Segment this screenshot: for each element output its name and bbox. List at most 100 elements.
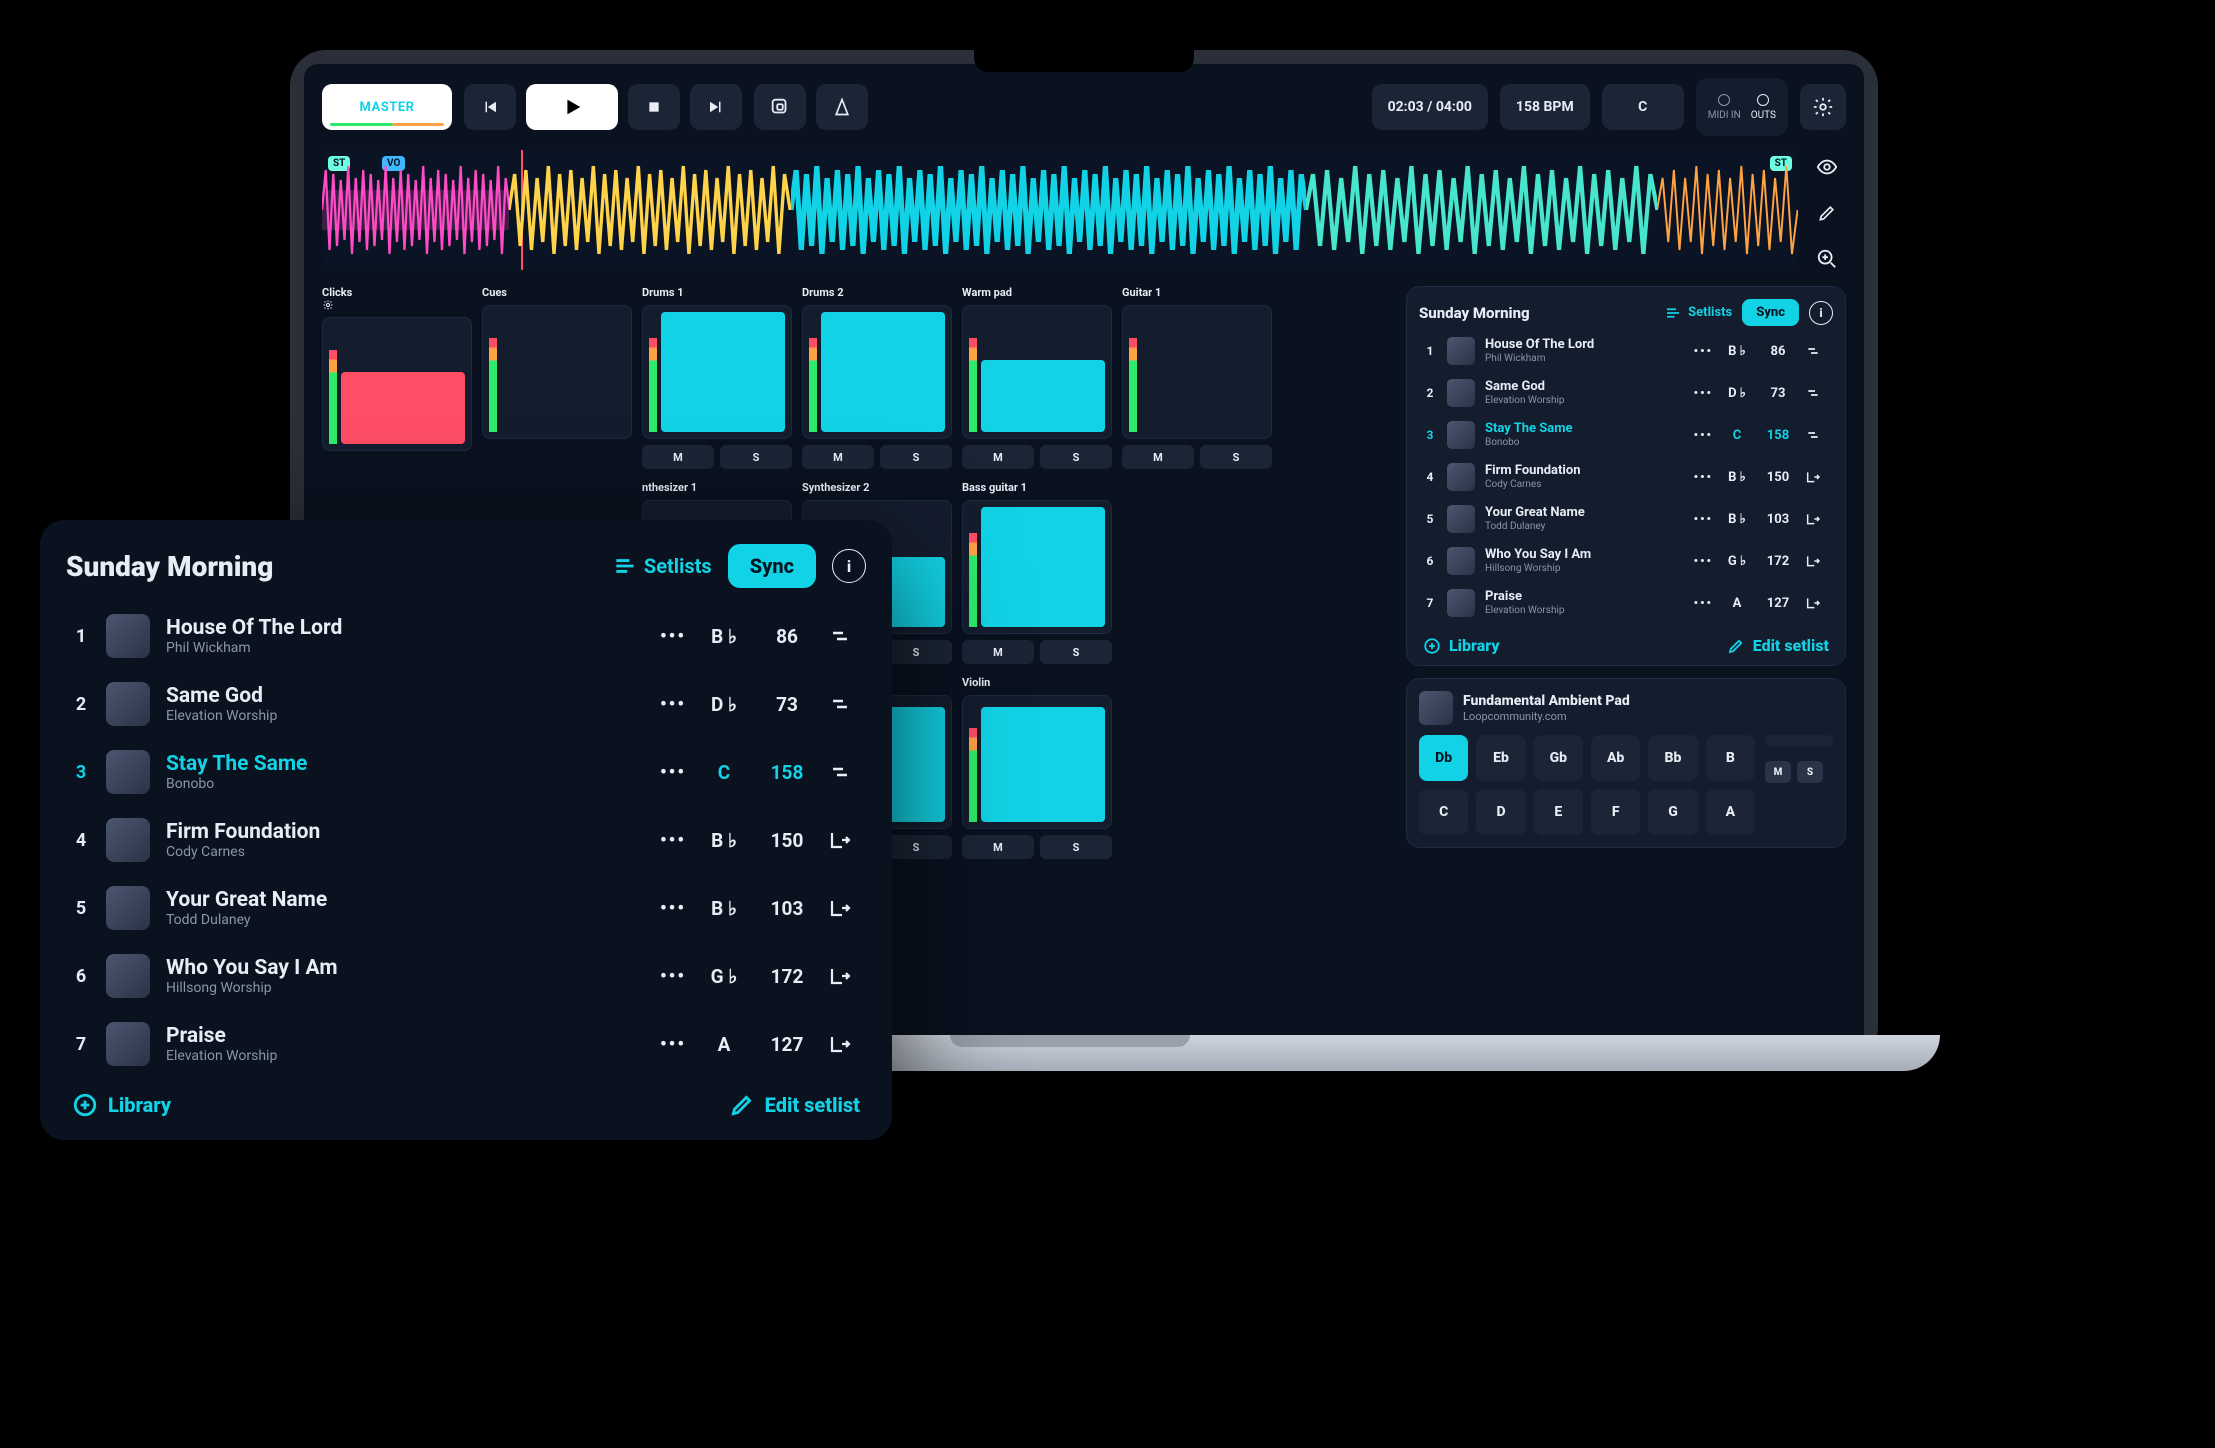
prev-button[interactable] <box>464 84 516 130</box>
track-cell[interactable] <box>962 305 1112 439</box>
view-button[interactable] <box>1810 150 1844 184</box>
mute-button[interactable]: M <box>962 640 1034 664</box>
song-action-button[interactable] <box>828 692 860 716</box>
midi-in-indicator[interactable]: MIDI IN <box>1708 94 1741 121</box>
mute-button[interactable]: M <box>1122 445 1194 469</box>
play-button[interactable] <box>526 84 618 130</box>
pad-solo-button[interactable]: S <box>1797 761 1823 783</box>
pad-key-button[interactable]: C <box>1419 789 1468 835</box>
mute-button[interactable]: M <box>962 835 1034 859</box>
song-row[interactable]: 4 Firm Foundation Cody Carnes ••• B ♭ 15… <box>66 806 866 874</box>
library-button[interactable]: Library <box>1423 636 1500 655</box>
song-more-button[interactable]: ••• <box>1694 470 1713 484</box>
track[interactable]: Warm pad MS <box>962 286 1112 469</box>
solo-button[interactable]: S <box>880 445 952 469</box>
edit-setlist-button[interactable]: Edit setlist <box>1727 636 1829 655</box>
mute-button[interactable]: M <box>642 445 714 469</box>
track-settings-button[interactable] <box>322 299 472 311</box>
song-action-button[interactable] <box>1805 469 1829 485</box>
track-cell[interactable] <box>962 500 1112 634</box>
pad-key-button[interactable]: G <box>1648 789 1697 835</box>
song-more-button[interactable]: ••• <box>1694 428 1713 442</box>
song-row[interactable]: 5 Your Great Name Todd Dulaney ••• B ♭ 1… <box>66 874 866 942</box>
overlay-library-button[interactable]: Library <box>72 1092 171 1118</box>
song-more-button[interactable]: ••• <box>660 694 686 715</box>
pad-key-button[interactable]: E <box>1534 789 1583 835</box>
song-row[interactable]: 6 Who You Say I Am Hillsong Worship ••• … <box>1419 540 1833 582</box>
solo-button[interactable]: S <box>1200 445 1272 469</box>
key-display[interactable]: C <box>1602 84 1684 130</box>
song-row[interactable]: 1 House Of The Lord Phil Wickham ••• B ♭… <box>66 602 866 670</box>
song-more-button[interactable]: ••• <box>660 626 686 647</box>
song-action-button[interactable] <box>828 896 860 920</box>
song-row[interactable]: 4 Firm Foundation Cody Carnes ••• B ♭ 15… <box>1419 456 1833 498</box>
song-action-button[interactable] <box>1805 385 1829 401</box>
song-more-button[interactable]: ••• <box>1694 596 1713 610</box>
track[interactable]: Violin MS <box>962 676 1112 859</box>
track-cell[interactable] <box>482 305 632 439</box>
pad-key-button[interactable]: B <box>1706 735 1755 781</box>
setlists-button[interactable]: Setlists <box>1664 304 1732 322</box>
track-cell[interactable] <box>322 317 472 451</box>
overlay-edit-button[interactable]: Edit setlist <box>729 1092 860 1118</box>
song-more-button[interactable]: ••• <box>1694 512 1713 526</box>
song-action-button[interactable] <box>828 964 860 988</box>
pad-key-button[interactable]: Db <box>1419 735 1468 781</box>
solo-button[interactable]: S <box>1040 640 1112 664</box>
song-more-button[interactable]: ••• <box>660 1034 686 1055</box>
track[interactable]: Clicks <box>322 286 472 469</box>
metronome-button[interactable] <box>816 84 868 130</box>
solo-button[interactable]: S <box>720 445 792 469</box>
overlay-sync-button[interactable]: Sync <box>728 544 816 588</box>
song-row[interactable]: 3 Stay The Same Bonobo ••• C 158 <box>66 738 866 806</box>
next-button[interactable] <box>690 84 742 130</box>
pad-volume[interactable] <box>1765 735 1833 747</box>
song-row[interactable]: 1 House Of The Lord Phil Wickham ••• B ♭… <box>1419 330 1833 372</box>
song-action-button[interactable] <box>1805 511 1829 527</box>
overlay-info-button[interactable]: i <box>832 549 866 583</box>
track-cell[interactable] <box>1122 305 1272 439</box>
track-cell[interactable] <box>642 305 792 439</box>
stop-button[interactable] <box>628 84 680 130</box>
pad-key-button[interactable]: A <box>1706 789 1755 835</box>
solo-button[interactable]: S <box>1040 445 1112 469</box>
song-row[interactable]: 6 Who You Say I Am Hillsong Worship ••• … <box>66 942 866 1010</box>
pad-key-button[interactable]: Eb <box>1476 735 1525 781</box>
track[interactable]: Drums 1 MS <box>642 286 792 469</box>
pad-key-button[interactable]: D <box>1476 789 1525 835</box>
zoom-button[interactable] <box>1810 242 1844 276</box>
pad-key-button[interactable]: Ab <box>1591 735 1640 781</box>
song-row[interactable]: 2 Same God Elevation Worship ••• D ♭ 73 <box>66 670 866 738</box>
pad-mute-button[interactable]: M <box>1765 761 1791 783</box>
info-button[interactable]: i <box>1809 301 1833 325</box>
song-action-button[interactable] <box>828 624 860 648</box>
song-row[interactable]: 5 Your Great Name Todd Dulaney ••• B ♭ 1… <box>1419 498 1833 540</box>
song-action-button[interactable] <box>1805 343 1829 359</box>
song-row[interactable]: 7 Praise Elevation Worship ••• A 127 <box>1419 582 1833 624</box>
master-button[interactable]: MASTER <box>322 84 452 130</box>
edit-wave-button[interactable] <box>1810 196 1844 230</box>
mute-button[interactable]: M <box>802 445 874 469</box>
track[interactable]: Cues <box>482 286 632 469</box>
song-more-button[interactable]: ••• <box>660 898 686 919</box>
song-row[interactable]: 2 Same God Elevation Worship ••• D ♭ 73 <box>1419 372 1833 414</box>
song-row[interactable]: 3 Stay The Same Bonobo ••• C 158 <box>1419 414 1833 456</box>
loop-button[interactable] <box>754 84 806 130</box>
song-action-button[interactable] <box>828 828 860 852</box>
bpm-display[interactable]: 158 BPM <box>1500 84 1590 130</box>
outs-indicator[interactable]: OUTS <box>1751 94 1776 121</box>
mute-button[interactable]: M <box>962 445 1034 469</box>
track[interactable]: Bass guitar 1 MS <box>962 481 1112 664</box>
song-action-button[interactable] <box>1805 595 1829 611</box>
song-row[interactable]: 7 Praise Elevation Worship ••• A 127 <box>66 1010 866 1078</box>
song-more-button[interactable]: ••• <box>1694 386 1713 400</box>
pad-key-button[interactable]: Gb <box>1534 735 1583 781</box>
sync-button[interactable]: Sync <box>1742 299 1799 326</box>
song-more-button[interactable]: ••• <box>1694 344 1713 358</box>
track[interactable]: Guitar 1 MS <box>1122 286 1272 469</box>
track-cell[interactable] <box>962 695 1112 829</box>
track[interactable]: Drums 2 MS <box>802 286 952 469</box>
song-more-button[interactable]: ••• <box>660 830 686 851</box>
solo-button[interactable]: S <box>1040 835 1112 859</box>
song-action-button[interactable] <box>1805 427 1829 443</box>
